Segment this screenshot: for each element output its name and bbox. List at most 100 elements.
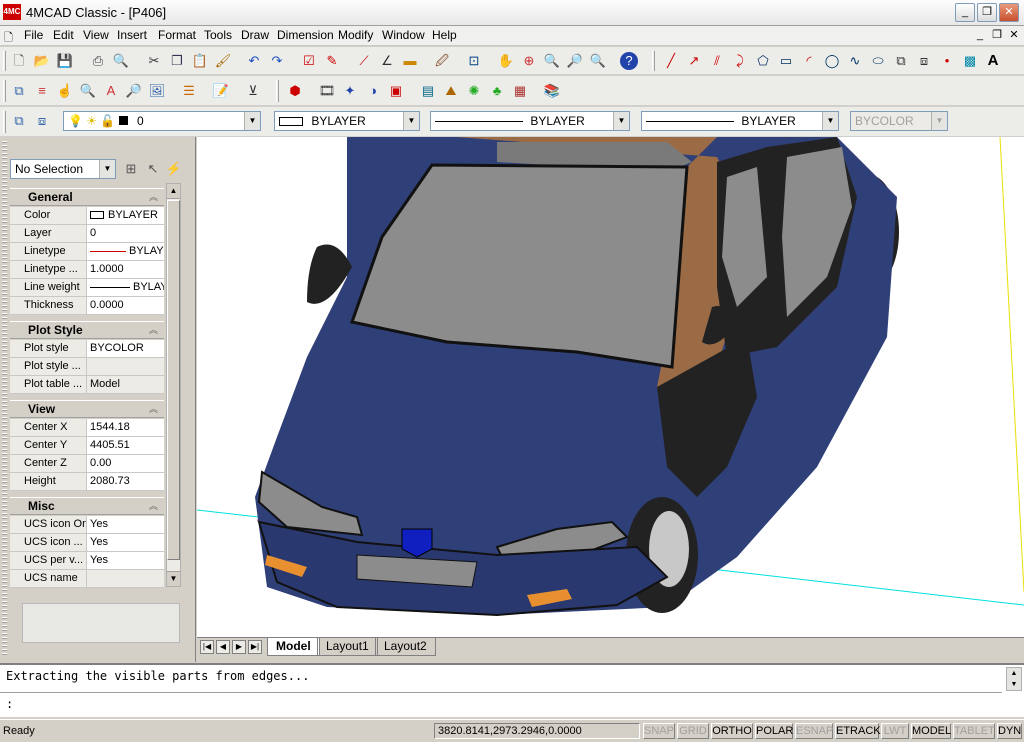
notepad-icon[interactable]: 📝 <box>212 82 230 100</box>
tab-first-icon[interactable]: |◀ <box>200 640 214 654</box>
chevron-down-icon[interactable]: ▼ <box>931 112 947 130</box>
palette-grip[interactable] <box>2 141 7 656</box>
section-general[interactable]: General ︽ <box>10 188 164 206</box>
toolbar-grip[interactable] <box>3 51 6 71</box>
mline-icon[interactable]: ⫽ <box>708 52 726 70</box>
spline-icon[interactable]: ∿ <box>846 52 864 70</box>
chevron-down-icon[interactable]: ▼ <box>822 112 838 130</box>
landscape-icon[interactable]: ⛰ <box>442 82 460 100</box>
prop-row[interactable]: UCS name <box>10 570 164 588</box>
menu-dimension[interactable]: Dimension <box>277 28 334 42</box>
matchprop-icon[interactable]: 🖌 <box>214 52 232 70</box>
close-button[interactable]: ✕ <box>999 3 1019 22</box>
prop-value[interactable]: Yes <box>86 552 164 570</box>
chevron-down-icon[interactable]: ▼ <box>99 160 115 178</box>
tab-model[interactable]: Model <box>267 638 320 656</box>
text-icon[interactable]: A <box>984 52 1002 70</box>
prop-value[interactable]: 0.0000 <box>86 297 164 315</box>
pline-icon[interactable]: ⤸ <box>731 52 749 70</box>
toolbar-grip[interactable] <box>652 51 655 71</box>
menu-format[interactable]: Format <box>158 28 196 42</box>
prop-value[interactable]: 1544.18 <box>86 419 164 437</box>
zoom-all-icon[interactable]: 🔍 <box>589 52 607 70</box>
find-icon[interactable]: 🔎 <box>125 82 143 100</box>
section-plot-style[interactable]: Plot Style ︽ <box>10 321 164 339</box>
tab-next-icon[interactable]: ▶ <box>232 640 246 654</box>
prop-row[interactable]: UCS icon ... Yes <box>10 534 164 552</box>
esnap-toggle[interactable]: ESNAP <box>795 723 833 739</box>
light-icon[interactable]: ✺ <box>465 82 483 100</box>
prop-row[interactable]: Center Y 4405.51 <box>10 437 164 455</box>
scene-icon[interactable]: ▤ <box>419 82 437 100</box>
prop-value[interactable]: 4405.51 <box>86 437 164 455</box>
layer-icon[interactable]: ⧉ <box>10 82 28 100</box>
prop-value[interactable]: BYLAYER <box>86 207 164 225</box>
toolbar-grip[interactable] <box>3 80 6 102</box>
tree-icon[interactable]: ♣ <box>488 82 506 100</box>
etrack-toggle[interactable]: ETRACK <box>835 723 881 739</box>
copy-icon[interactable]: ❐ <box>168 52 186 70</box>
film-icon[interactable]: 🎞 <box>318 82 336 100</box>
prop-value[interactable]: BYLAYER <box>86 243 164 261</box>
hide-icon[interactable]: ▣ <box>387 82 405 100</box>
zoom-prev-icon[interactable]: 🔍 <box>543 52 561 70</box>
circle-icon[interactable]: ◯ <box>823 52 841 70</box>
collapse-icon[interactable]: ︽ <box>149 401 158 418</box>
menu-help[interactable]: Help <box>432 28 457 42</box>
prop-row[interactable]: Plot style BYCOLOR <box>10 340 164 358</box>
tab-layout2[interactable]: Layout2 <box>375 638 436 656</box>
dyn-toggle[interactable]: DYN <box>997 723 1022 739</box>
chevron-down-icon[interactable]: ▼ <box>613 112 629 130</box>
print-icon[interactable]: ⎙ <box>89 52 107 70</box>
new-icon[interactable]: 🗋 <box>10 52 28 70</box>
menu-insert[interactable]: Insert <box>117 28 147 42</box>
section-misc[interactable]: Misc ︽ <box>10 497 164 515</box>
mdi-restore-button[interactable]: ❐ <box>989 28 1005 43</box>
command-scroll-icon[interactable]: ▲ ▼ <box>1006 667 1022 691</box>
shade-icon[interactable]: ◑ <box>364 82 382 100</box>
layer-previous-icon[interactable]: ⧈ <box>33 112 51 130</box>
menu-draw[interactable]: Draw <box>241 28 269 42</box>
ray-icon[interactable]: ↗ <box>685 52 703 70</box>
palette-scrollbar[interactable]: ▲ ▼ <box>166 183 181 587</box>
tablet-toggle[interactable]: TABLET <box>953 723 995 739</box>
model-toggle[interactable]: MODEL <box>911 723 951 739</box>
toolbar-grip[interactable] <box>3 111 6 133</box>
mdi-minimize-button[interactable]: _ <box>972 28 988 43</box>
plotstyle-combo[interactable]: BYCOLOR ▼ <box>850 111 948 131</box>
pan-icon[interactable]: ✋ <box>497 52 515 70</box>
menu-edit[interactable]: Edit <box>53 28 74 42</box>
hatch-icon[interactable]: ▩ <box>961 52 979 70</box>
cube-icon[interactable]: ⬢ <box>286 82 304 100</box>
prop-row[interactable]: Center X 1544.18 <box>10 419 164 437</box>
layer-manager-icon[interactable]: ⧉ <box>10 112 28 130</box>
grid-toggle[interactable]: GRID <box>677 723 709 739</box>
maximize-button[interactable]: ❐ <box>977 3 997 22</box>
search-icon[interactable]: 🔍 <box>79 82 97 100</box>
command-prompt[interactable]: : <box>6 697 13 711</box>
chevron-down-icon[interactable]: ▼ <box>244 112 260 130</box>
color-combo[interactable]: BYLAYER ▼ <box>274 111 420 131</box>
open-icon[interactable]: 📂 <box>33 52 51 70</box>
document-icon[interactable]: 🗋 <box>4 29 13 48</box>
section-view[interactable]: View ︽ <box>10 400 164 418</box>
scroll-down-icon[interactable]: ▼ <box>167 571 180 586</box>
prop-value[interactable]: BYCOLOR <box>86 340 164 358</box>
menu-window[interactable]: Window <box>382 28 425 42</box>
polar-toggle[interactable]: POLAR <box>755 723 793 739</box>
prop-value[interactable]: Yes <box>86 534 164 552</box>
paste-icon[interactable]: 📋 <box>191 52 209 70</box>
prop-row[interactable]: Layer 0 <box>10 225 164 243</box>
brush-icon[interactable]: 🖉 <box>433 52 451 70</box>
menu-tools[interactable]: Tools <box>204 28 232 42</box>
menu-modify[interactable]: Modify <box>338 28 373 42</box>
prop-value[interactable]: 2080.73 <box>86 473 164 491</box>
check-icon[interactable]: ✎ <box>323 52 341 70</box>
scroll-thumb[interactable] <box>167 200 180 560</box>
menu-file[interactable]: File <box>24 28 43 42</box>
tab-layout1[interactable]: Layout1 <box>317 638 378 656</box>
select-objects-icon[interactable]: ↖ <box>144 160 162 178</box>
prop-row[interactable]: Linetype ... 1.0000 <box>10 261 164 279</box>
prop-row[interactable]: Line weight BYLAYER <box>10 279 164 297</box>
prop-row[interactable]: UCS icon On Yes <box>10 516 164 534</box>
